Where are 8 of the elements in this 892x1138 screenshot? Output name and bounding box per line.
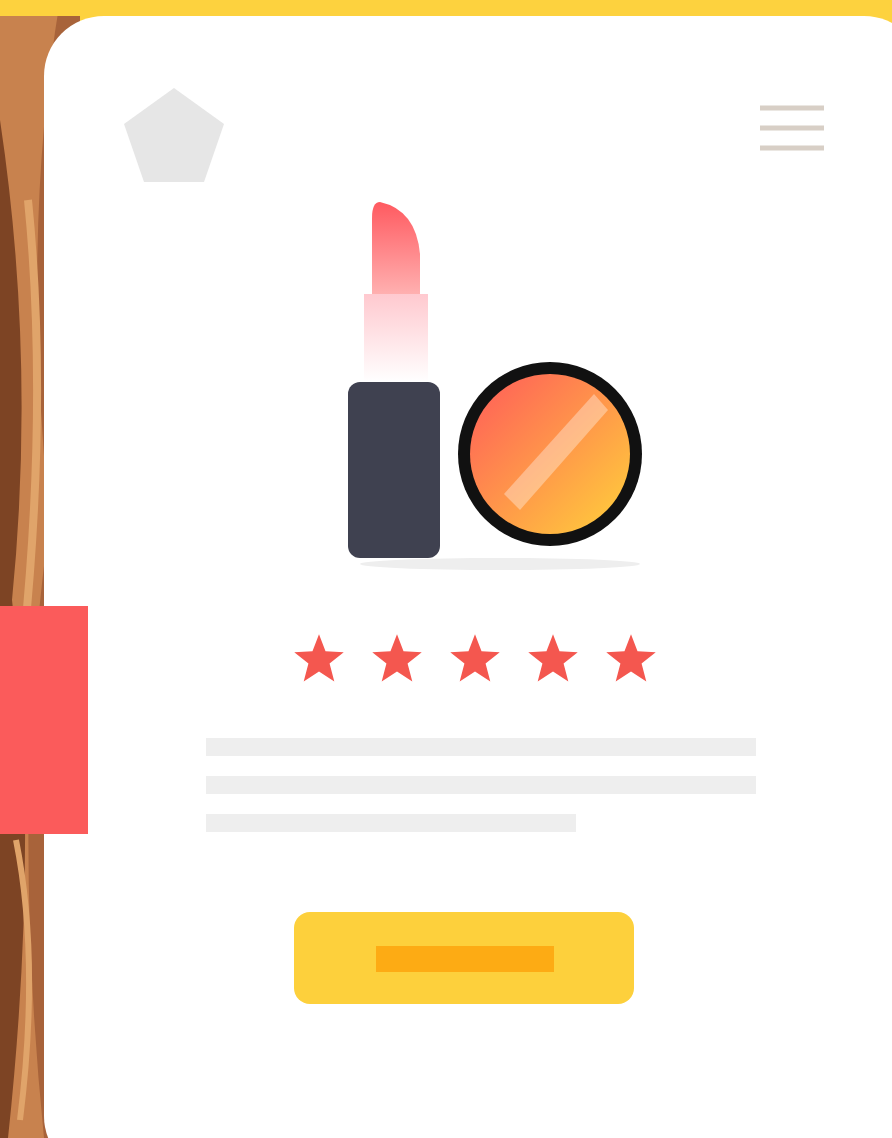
star-icon [291,634,345,686]
action-button[interactable] [294,912,634,1004]
star-icon [369,634,423,686]
star-icon [447,634,501,686]
star-icon [525,634,579,686]
pentagon-icon [124,88,224,182]
star-icon [603,634,657,686]
menu-icon[interactable] [760,104,824,152]
